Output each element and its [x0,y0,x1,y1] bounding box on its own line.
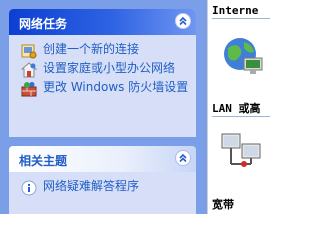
create-connection-link[interactable]: 创建一个新的连接 [21,42,196,59]
connections-area: Interne LAN 或高 宽带 [207,0,270,214]
collapse-up-icon[interactable] [175,150,191,166]
network-tasks-section: 网络任务 创建一个新的连接 设置家庭或小型办公网络 更改 Windows 防火墙… [9,9,196,137]
category-divider [212,116,270,117]
change-firewall-label: 更改 Windows 防火墙设置 [43,80,189,94]
home-network-icon [20,62,38,78]
related-topics-title: 相关主题 [19,154,68,168]
collapse-up-icon[interactable] [175,13,191,29]
network-tasks-title: 网络任务 [19,17,68,31]
internet-gateway-icon[interactable] [222,34,266,78]
network-troubleshooter-link[interactable]: 网络疑难解答程序 [21,179,196,196]
info-icon [21,180,37,196]
category-broadband-heading: 宽带 [212,198,234,211]
category-internet-heading: Interne [212,4,259,17]
category-lan-heading: LAN 或高 [212,102,261,115]
create-connection-label: 创建一个新的连接 [43,42,140,56]
change-firewall-link[interactable]: 更改 Windows 防火墙设置 [21,80,196,97]
setup-home-network-label: 设置家庭或小型办公网络 [43,61,176,75]
related-topics-header[interactable]: 相关主题 [9,146,196,172]
setup-home-network-link[interactable]: 设置家庭或小型办公网络 [20,61,196,78]
network-tasks-header[interactable]: 网络任务 [9,9,196,35]
lan-connection-icon[interactable] [220,130,264,170]
category-divider [212,18,270,19]
new-connection-icon [21,43,37,59]
related-topics-section: 相关主题 网络疑难解答程序 [9,146,196,214]
firewall-icon [21,81,37,97]
task-pane: 网络任务 创建一个新的连接 设置家庭或小型办公网络 更改 Windows 防火墙… [0,0,207,214]
network-troubleshooter-label: 网络疑难解答程序 [43,179,140,193]
